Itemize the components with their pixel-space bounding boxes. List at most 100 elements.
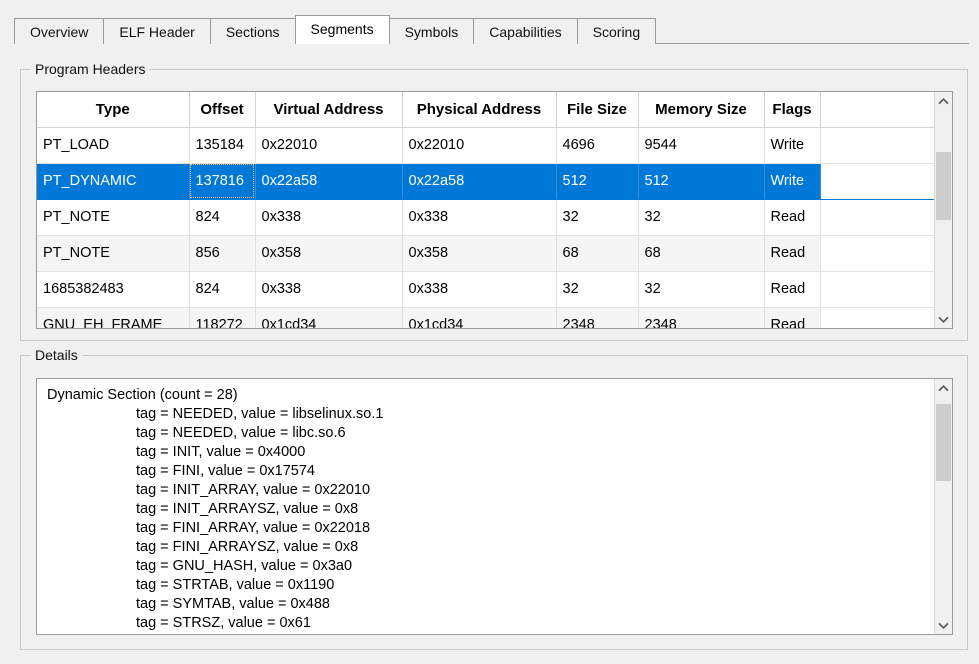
tab-capabilities[interactable]: Capabilities [473,18,578,44]
details-entry-text: tag = INIT_ARRAYSZ, value = 0x8 [136,501,359,517]
details-group-title: Details [31,347,82,363]
chevron-up-icon [938,384,949,391]
tab-segments[interactable]: Segments [294,15,390,44]
cell-virtual-address[interactable]: 0x338 [255,199,403,236]
cell-type[interactable]: 1685382483 [37,271,190,308]
tab-bar: Overview ELF Header Sections Segments Symbol… [0,0,979,45]
details-entry-line: tag = FINI_ARRAY, value = 0x22018 [47,519,933,538]
details-scroll-up-button[interactable] [935,379,952,397]
column-header-virtual-address[interactable]: Virtual Address [255,92,403,128]
cell-file-size[interactable]: 512 [556,163,639,200]
details-text-frame[interactable]: Dynamic Section (count = 28) tag = NEEDED… [36,378,953,635]
details-entry-line: tag = SYMTAB, value = 0x488 [47,595,933,614]
cell-flags[interactable]: Write [764,127,821,164]
cell-type[interactable]: GNU_EH_FRAME [37,307,190,328]
cell-physical-address[interactable]: 0x22a58 [402,163,557,200]
cell-file-size[interactable]: 2348 [556,307,639,328]
table-row[interactable]: PT_NOTE 824 0x338 0x338 32 32 Read [37,199,935,236]
program-headers-table-body: PT_LOAD 135184 0x22010 0x22010 4696 9544 Write… [37,127,935,328]
cell-memory-size[interactable]: 2348 [638,307,765,328]
details-entry-text: tag = FINI_ARRAY, value = 0x22018 [136,520,371,536]
cell-offset[interactable]: 118272 [189,307,256,328]
cell-virtual-address[interactable]: 0x338 [255,271,403,308]
table-row[interactable]: PT_LOAD 135184 0x22010 0x22010 4696 9544 Write [37,127,935,164]
cell-physical-address[interactable]: 0x338 [402,199,557,236]
cell-flags[interactable]: Read [764,235,821,272]
cell-memory-size[interactable]: 512 [638,163,765,200]
cell-memory-size[interactable]: 32 [638,271,765,308]
cell-memory-size[interactable]: 32 [638,199,765,236]
column-header-memory-size[interactable]: Memory Size [638,92,765,128]
cell-memory-size[interactable]: 68 [638,235,765,272]
program-headers-scrollbar[interactable] [934,92,952,328]
details-entry-line: tag = INIT_ARRAYSZ, value = 0x8 [47,500,933,519]
cell-flags[interactable]: Write [764,163,821,200]
cell-memory-size[interactable]: 9544 [638,127,765,164]
column-header-filler [820,92,935,128]
cell-file-size[interactable]: 32 [556,199,639,236]
tab-symbols[interactable]: Symbols [388,18,475,44]
cell-filler [820,127,935,164]
chevron-down-icon [938,622,949,629]
cell-type[interactable]: PT_DYNAMIC [37,163,190,200]
cell-flags[interactable]: Read [764,307,821,328]
program-headers-group-title: Program Headers [31,61,150,77]
cell-type[interactable]: PT_NOTE [37,235,190,272]
details-group: Details Dynamic Section (count = 28) tag … [20,347,968,650]
cell-physical-address[interactable]: 0x358 [402,235,557,272]
cell-offset[interactable]: 135184 [189,127,256,164]
details-entry-line: tag = NEEDED, value = libc.so.6 [47,424,933,443]
cell-flags[interactable]: Read [764,199,821,236]
tab-elf-header[interactable]: ELF Header [103,18,211,44]
details-entry-line: tag = INIT_ARRAY, value = 0x22010 [47,481,933,500]
cell-virtual-address[interactable]: 0x22010 [255,127,403,164]
column-header-physical-address[interactable]: Physical Address [402,92,557,128]
cell-physical-address[interactable]: 0x1cd34 [402,307,557,328]
details-scroll-thumb[interactable] [936,404,951,481]
details-entry-text: tag = SYMTAB, value = 0x488 [136,596,330,612]
cell-offset[interactable]: 824 [189,271,256,308]
details-entry-text: tag = FINI, value = 0x17574 [136,463,315,479]
details-entry-line: tag = FINI_ARRAYSZ, value = 0x8 [47,538,933,557]
details-entry-line: tag = STRTAB, value = 0x1190 [47,576,933,595]
table-header-row: Type Offset Virtual Address Physical Add… [37,92,935,128]
details-scroll-down-button[interactable] [935,616,952,634]
cell-type[interactable]: PT_LOAD [37,127,190,164]
details-entry-text: tag = INIT_ARRAY, value = 0x22010 [136,482,371,498]
tab-scoring[interactable]: Scoring [576,18,657,44]
column-header-offset[interactable]: Offset [189,92,256,128]
column-header-flags[interactable]: Flags [764,92,821,128]
table-row[interactable]: 1685382483 824 0x338 0x338 32 32 Read [37,271,935,308]
program-headers-table-frame: Type Offset Virtual Address Physical Add… [36,91,953,329]
details-entry-line: tag = FINI, value = 0x17574 [47,462,933,481]
cell-offset[interactable]: 856 [189,235,256,272]
cell-file-size[interactable]: 4696 [556,127,639,164]
details-entry-text: tag = FINI_ARRAYSZ, value = 0x8 [136,539,359,555]
cell-file-size[interactable]: 32 [556,271,639,308]
cell-physical-address[interactable]: 0x22010 [402,127,557,164]
scroll-down-button[interactable] [935,310,952,328]
cell-offset[interactable]: 137816 [189,163,256,200]
table-row[interactable]: PT_DYNAMIC 137816 0x22a58 0x22a58 512 512 Writ… [37,163,935,200]
tab-sections[interactable]: Sections [209,18,296,44]
cell-filler [820,271,935,308]
column-header-type[interactable]: Type [37,92,190,128]
details-entry-text: tag = NEEDED, value = libselinux.so.1 [136,406,384,422]
tab-overview[interactable]: Overview [14,18,105,44]
cell-virtual-address[interactable]: 0x1cd34 [255,307,403,328]
cell-type[interactable]: PT_NOTE [37,199,190,236]
cell-filler [820,307,935,328]
details-scrollbar[interactable] [934,379,952,634]
cell-virtual-address[interactable]: 0x22a58 [255,163,403,200]
scroll-up-button[interactable] [935,92,952,110]
cell-file-size[interactable]: 68 [556,235,639,272]
column-header-file-size[interactable]: File Size [556,92,639,128]
cell-offset[interactable]: 824 [189,199,256,236]
table-row[interactable]: GNU_EH_FRAME 118272 0x1cd34 0x1cd34 2348 2348… [37,307,935,328]
table-row[interactable]: PT_NOTE 856 0x358 0x358 68 68 Read [37,235,935,272]
scroll-thumb[interactable] [936,152,951,220]
cell-physical-address[interactable]: 0x338 [402,271,557,308]
details-text-content[interactable]: Dynamic Section (count = 28) tag = NEEDED… [37,379,933,633]
cell-flags[interactable]: Read [764,271,821,308]
cell-virtual-address[interactable]: 0x358 [255,235,403,272]
